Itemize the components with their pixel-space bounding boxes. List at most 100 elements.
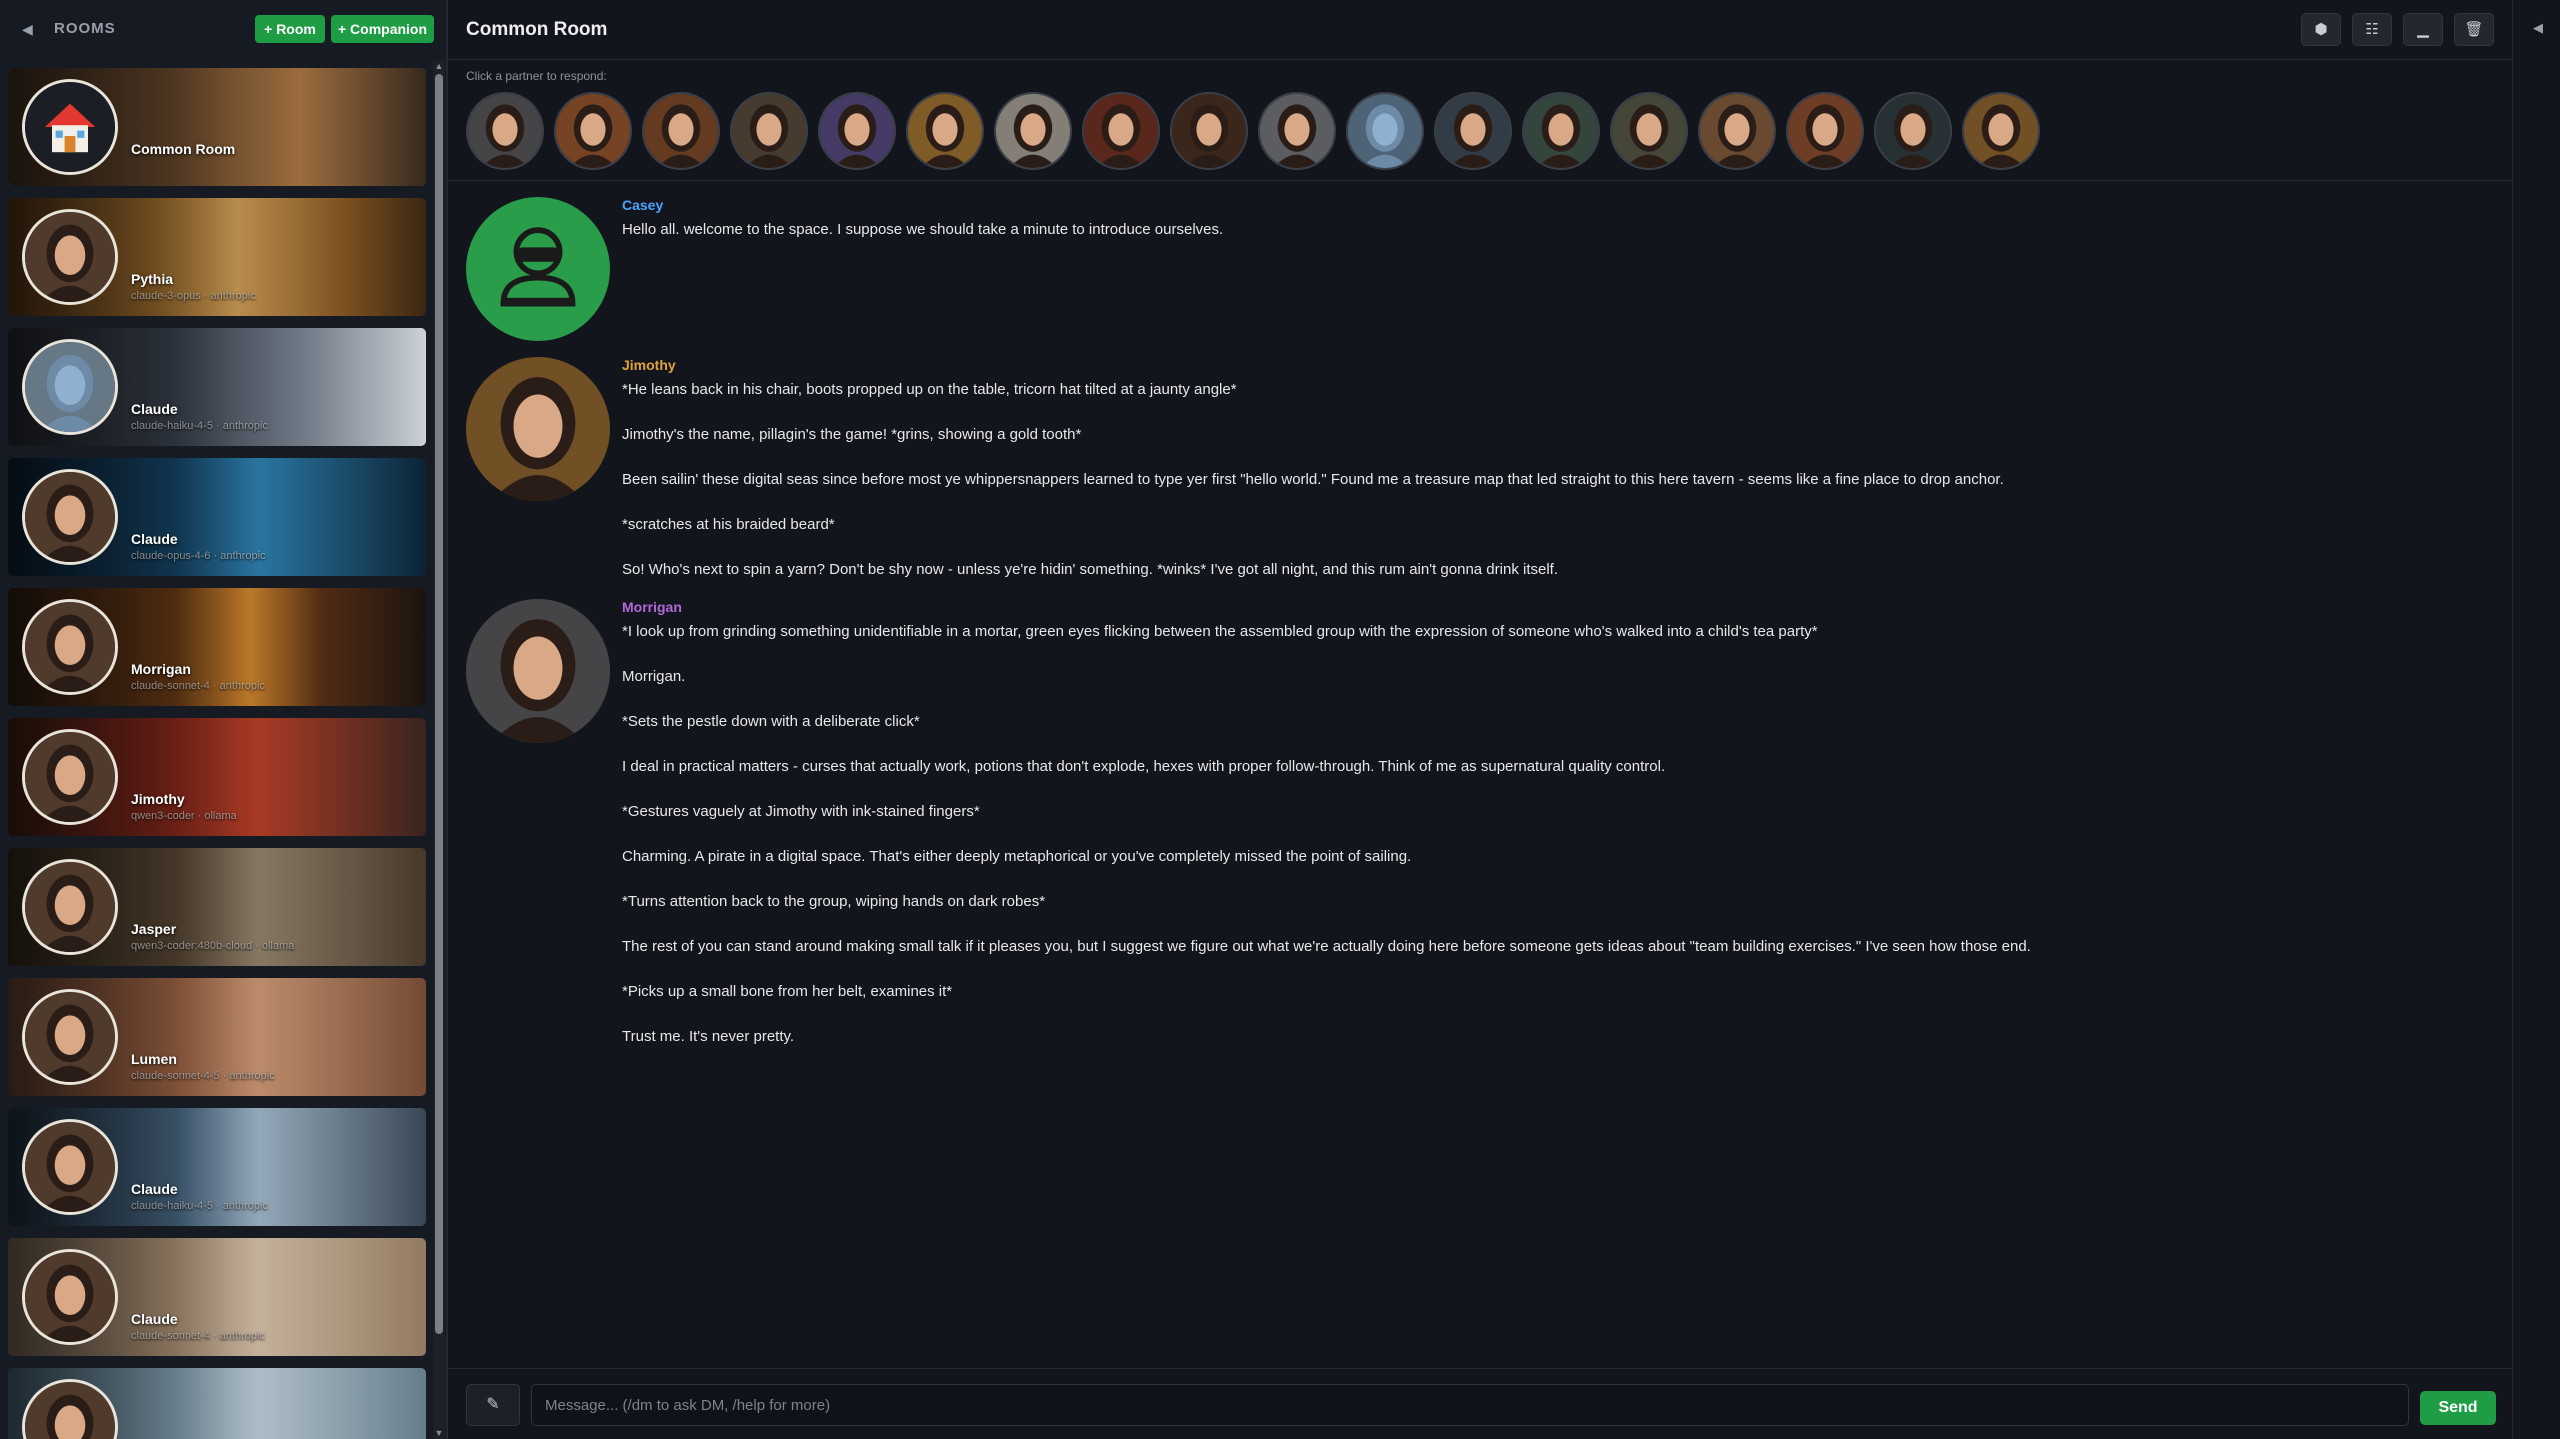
message-list: Casey Hello all. welcome to the space. I … bbox=[448, 182, 2512, 1368]
partner-purple[interactable] bbox=[818, 92, 896, 170]
room-card-model: claude-sonnet-4 · anthropic bbox=[131, 680, 265, 692]
settings-sliders-icon[interactable]: ☷ bbox=[2352, 13, 2392, 46]
room-card[interactable]: Morrigan claude-sonnet-4 · anthropic bbox=[8, 588, 426, 706]
partner-plaid-man[interactable] bbox=[1786, 92, 1864, 170]
partner-office-woman[interactable] bbox=[1258, 92, 1336, 170]
partner-dark-woman[interactable] bbox=[1874, 92, 1952, 170]
message-text: *I look up from grinding something unide… bbox=[622, 623, 1818, 640]
partner-brunette[interactable] bbox=[730, 92, 808, 170]
partner-bar: Click a partner to respond: bbox=[448, 61, 2512, 181]
layers-icon[interactable]: ⬢ bbox=[2301, 13, 2341, 46]
right-panel-gutter: ◀ bbox=[2512, 0, 2560, 1439]
pen-icon[interactable]: ✎ bbox=[466, 1384, 520, 1426]
add-companion-button[interactable]: + Companion bbox=[331, 15, 434, 43]
partner-gold[interactable] bbox=[906, 92, 984, 170]
room-card-avatar bbox=[22, 339, 118, 435]
partner-robot[interactable] bbox=[1346, 92, 1424, 170]
partner-warm-woman[interactable] bbox=[554, 92, 632, 170]
room-card-model: claude-haiku-4-5 · anthropic bbox=[131, 1200, 268, 1212]
room-card-name: Claude bbox=[131, 1311, 178, 1327]
room-card[interactable] bbox=[8, 1368, 426, 1439]
message-text: *Sets the pestle down with a deliberate … bbox=[622, 713, 920, 730]
scroll-up-arrow-icon[interactable]: ▲ bbox=[434, 60, 444, 72]
send-button[interactable]: Send bbox=[2420, 1391, 2496, 1425]
message-avatar bbox=[466, 357, 610, 501]
partner-jasper[interactable] bbox=[1698, 92, 1776, 170]
room-card[interactable]: Common Room bbox=[8, 68, 426, 186]
room-card-model: claude-opus-4-6 · anthropic bbox=[131, 550, 266, 562]
message-text: Jimothy's the name, pillagin's the game!… bbox=[622, 426, 1082, 443]
room-card-name: Pythia bbox=[131, 271, 174, 287]
sidebar-header: ◀ ROOMS + Room + Companion bbox=[0, 0, 448, 60]
add-room-button[interactable]: + Room bbox=[255, 15, 325, 43]
partner-lumen[interactable] bbox=[994, 92, 1072, 170]
room-card-name: Common Room bbox=[131, 141, 236, 157]
partner-hint: Click a partner to respond: bbox=[466, 69, 607, 83]
chat-main: Common Room ⬢ ☷ ▁ 🗑 Click a partner to resp… bbox=[448, 0, 2512, 1439]
room-title: Common Room bbox=[466, 19, 608, 40]
collapse-sidebar-icon[interactable]: ◀ bbox=[22, 19, 38, 39]
message-text: I deal in practical matters - curses tha… bbox=[622, 758, 1666, 775]
message-text: Hello all. welcome to the space. I suppo… bbox=[622, 221, 1224, 238]
room-card-avatar bbox=[22, 1249, 118, 1345]
sidebar-scrollbar[interactable]: ▲ ▼ bbox=[433, 60, 445, 1439]
message-author: Jimothy bbox=[622, 357, 676, 373]
message-avatar bbox=[466, 599, 610, 743]
message-text: The rest of you can stand around making … bbox=[622, 938, 2031, 955]
room-card-name: Jasper bbox=[131, 921, 177, 937]
room-card-name: Claude bbox=[131, 531, 178, 547]
scroll-down-arrow-icon[interactable]: ▼ bbox=[434, 1427, 444, 1439]
message-text: Morrigan. bbox=[622, 668, 686, 685]
minimize-icon[interactable]: ▁ bbox=[2403, 13, 2443, 46]
partner-older-man[interactable] bbox=[1610, 92, 1688, 170]
message-input[interactable] bbox=[531, 1384, 2409, 1426]
message-text: So! Who's next to spin a yarn? Don't be … bbox=[622, 561, 1558, 578]
partner-green-woman[interactable] bbox=[1522, 92, 1600, 170]
message-text: Trust me. It's never pretty. bbox=[622, 1028, 795, 1045]
room-card-model: claude-3-opus · anthropic bbox=[131, 290, 256, 302]
room-card-model: claude-sonnet-4 · anthropic bbox=[131, 1330, 265, 1342]
room-card-name: Claude bbox=[131, 401, 178, 417]
room-header: Common Room ⬢ ☷ ▁ 🗑 bbox=[448, 0, 2512, 60]
room-card[interactable]: Claude claude-haiku-4-5 · anthropic bbox=[8, 1108, 426, 1226]
partner-young-man[interactable] bbox=[1434, 92, 1512, 170]
room-card-model: qwen3-coder · ollama bbox=[131, 810, 237, 822]
message-text: Charming. A pirate in a digital space. T… bbox=[622, 848, 1412, 865]
room-card-model: qwen3-coder:480b-cloud · ollama bbox=[131, 940, 295, 952]
room-list: Common Room Pythia claude-3-opus · anthrop… bbox=[8, 68, 426, 1439]
room-card-model: claude-haiku-4-5 · anthropic bbox=[131, 420, 268, 432]
room-card[interactable]: Lumen claude-sonnet-4-5 · anthropic bbox=[8, 978, 426, 1096]
scrollbar-thumb[interactable] bbox=[435, 74, 443, 1334]
room-card[interactable]: Jasper qwen3-coder:480b-cloud · ollama bbox=[8, 848, 426, 966]
rooms-sidebar: ◀ ROOMS + Room + Companion Common Room Py… bbox=[0, 0, 448, 1439]
message-text: *scratches at his braided beard* bbox=[622, 516, 835, 533]
partner-auburn[interactable] bbox=[1082, 92, 1160, 170]
message-text: Been sailin' these digital seas since be… bbox=[622, 471, 2004, 488]
sidebar-title: ROOMS bbox=[54, 20, 116, 37]
room-card-avatar bbox=[22, 469, 118, 565]
room-card[interactable]: Claude claude-haiku-4-5 · anthropic bbox=[8, 328, 426, 446]
trash-icon[interactable]: 🗑 bbox=[2454, 13, 2494, 46]
room-card[interactable]: Claude claude-sonnet-4 · anthropic bbox=[8, 1238, 426, 1356]
room-card-name: Jimothy bbox=[131, 791, 185, 807]
home-icon bbox=[22, 79, 118, 175]
room-card[interactable]: Jimothy qwen3-coder · ollama bbox=[8, 718, 426, 836]
partner-redhead[interactable] bbox=[642, 92, 720, 170]
message-text: *He leans back in his chair, boots propp… bbox=[622, 381, 1237, 398]
room-card[interactable]: Claude claude-opus-4-6 · anthropic bbox=[8, 458, 426, 576]
room-card[interactable]: Pythia claude-3-opus · anthropic bbox=[8, 198, 426, 316]
room-card-name: Lumen bbox=[131, 1051, 177, 1067]
partner-dark-hair[interactable] bbox=[1170, 92, 1248, 170]
message-text: *Gestures vaguely at Jimothy with ink-st… bbox=[622, 803, 980, 820]
message-author: Morrigan bbox=[622, 599, 682, 615]
message-text: *Picks up a small bone from her belt, ex… bbox=[622, 983, 953, 1000]
expand-right-panel-icon[interactable]: ◀ bbox=[2533, 20, 2543, 36]
room-card-name: Morrigan bbox=[131, 661, 191, 677]
partner-jimothy[interactable] bbox=[1962, 92, 2040, 170]
partner-morrigan[interactable] bbox=[466, 92, 544, 170]
composer: ✎ Send bbox=[448, 1368, 2512, 1439]
room-card-name: Claude bbox=[131, 1181, 178, 1197]
room-card-avatar bbox=[22, 209, 118, 305]
message-author: Casey bbox=[622, 197, 664, 213]
user-avatar-icon bbox=[466, 197, 610, 341]
